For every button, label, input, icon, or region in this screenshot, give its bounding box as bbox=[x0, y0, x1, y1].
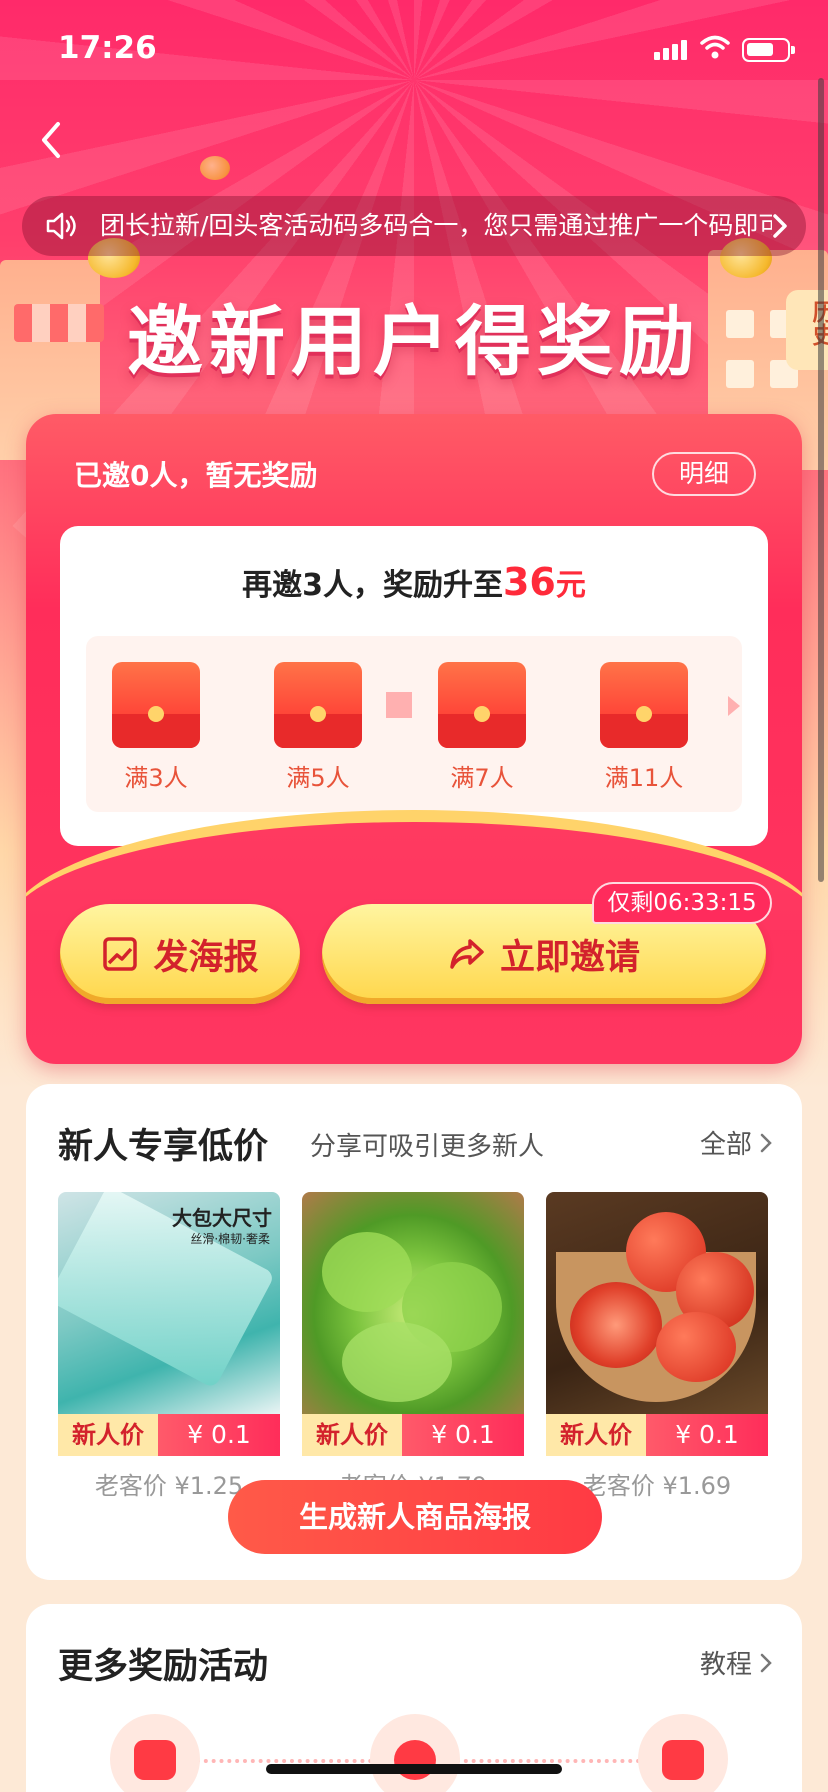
milestone-label: 满5人 bbox=[286, 764, 350, 792]
reward-card: 已邀0人，暂无奖励 明细 再邀3人，奖励升至36元 满3人 满5人 满7人 满1… bbox=[26, 414, 802, 1064]
milestone-item: 满3人 bbox=[96, 662, 216, 793]
tutorial-link[interactable]: 教程 bbox=[700, 1644, 772, 1681]
reward-unit: 元 bbox=[555, 568, 586, 603]
heading-prefix: 再邀3人，奖励升至 bbox=[242, 568, 503, 603]
cellular-signal-icon bbox=[654, 38, 690, 60]
product-image-tomato bbox=[546, 1192, 768, 1414]
section-title: 新人专享低价 bbox=[58, 1127, 269, 1167]
price-strip: 新人价 ¥ 0.1 bbox=[58, 1414, 280, 1456]
milestone-label: 满3人 bbox=[124, 764, 188, 792]
product-card[interactable]: 大包大尺寸 丝滑·棉韧·奢柔 新人价 ¥ 0.1 老客价 ¥1.25 bbox=[58, 1192, 280, 1501]
reward-amount: 36 bbox=[502, 560, 556, 604]
wifi-icon bbox=[700, 35, 730, 59]
invite-now-label: 立即邀请 bbox=[499, 937, 640, 978]
image-icon bbox=[103, 937, 138, 971]
product-image-tissue: 大包大尺寸 丝滑·棉韧·奢柔 bbox=[58, 1192, 280, 1414]
poster-button[interactable]: 发海报 bbox=[60, 904, 300, 1004]
reward-progress-panel: 再邀3人，奖励升至36元 满3人 满5人 满7人 满11人 bbox=[60, 526, 768, 846]
tutorial-label: 教程 bbox=[699, 1650, 752, 1680]
generate-newuser-poster-button[interactable]: 生成新人商品海报 bbox=[228, 1480, 602, 1554]
dotted-connector bbox=[456, 1759, 656, 1763]
milestone-item: 满11人 bbox=[584, 662, 704, 793]
newuser-price-tag: 新人价 bbox=[546, 1414, 646, 1456]
see-all-label: 全部 bbox=[699, 1130, 752, 1160]
red-envelope-icon bbox=[600, 662, 688, 748]
poster-button-label: 发海报 bbox=[153, 937, 259, 978]
detail-button[interactable]: 明细 bbox=[652, 452, 756, 496]
price-strip: 新人价 ¥ 0.1 bbox=[546, 1414, 768, 1456]
milestone-track: 满3人 满5人 满7人 满11人 bbox=[86, 636, 742, 812]
countdown-badge: 仅剩06:33:15 bbox=[592, 882, 772, 924]
speaker-icon bbox=[46, 212, 76, 240]
battery-icon bbox=[742, 38, 795, 62]
clock: 17:26 bbox=[58, 30, 157, 66]
section-title: 更多奖励活动 bbox=[58, 1647, 269, 1687]
coin-decoration bbox=[200, 156, 230, 180]
home-indicator[interactable] bbox=[266, 1764, 562, 1774]
notice-text: 团长拉新/回头客活动码多码合一，您只需通过推广一个码即可 bbox=[100, 211, 772, 240]
red-envelope-icon bbox=[438, 662, 526, 748]
chevron-right-icon bbox=[760, 1653, 772, 1672]
newuser-price: ¥ 0.1 bbox=[646, 1414, 768, 1456]
milestone-label: 满7人 bbox=[450, 764, 514, 792]
newuser-price-tag: 新人价 bbox=[302, 1414, 402, 1456]
chevron-right-icon bbox=[773, 214, 787, 238]
product-image-sublabel: 丝滑·棉韧·奢柔 bbox=[190, 1232, 270, 1246]
page-title: 邀新用户得奖励 bbox=[127, 297, 701, 386]
product-image-label: 大包大尺寸 bbox=[172, 1206, 272, 1230]
scrollbar[interactable] bbox=[818, 78, 824, 882]
shopping-bag-icon[interactable] bbox=[638, 1714, 728, 1792]
section-subtitle: 分享可吸引更多新人 bbox=[310, 1132, 545, 1162]
chevron-right-icon bbox=[760, 1133, 772, 1152]
newuser-price: ¥ 0.1 bbox=[402, 1414, 524, 1456]
newuser-price-tag: 新人价 bbox=[58, 1414, 158, 1456]
red-envelope-icon bbox=[112, 662, 200, 748]
dotted-connector bbox=[196, 1759, 396, 1763]
notice-bar[interactable]: 团长拉新/回头客活动码多码合一，您只需通过推广一个码即可 bbox=[22, 196, 806, 256]
product-image-lettuce bbox=[302, 1192, 524, 1414]
milestone-item: 满5人 bbox=[258, 662, 378, 793]
price-strip: 新人价 ¥ 0.1 bbox=[302, 1414, 524, 1456]
milestone-label: 满11人 bbox=[604, 764, 684, 792]
newuser-price: ¥ 0.1 bbox=[158, 1414, 280, 1456]
add-user-icon[interactable] bbox=[110, 1714, 200, 1792]
share-icon bbox=[450, 939, 484, 969]
see-all-link[interactable]: 全部 bbox=[700, 1124, 772, 1161]
product-card[interactable]: 新人价 ¥ 0.1 老客价 ¥1.79 bbox=[302, 1192, 524, 1501]
milestone-item: 满7人 bbox=[422, 662, 542, 793]
chat-icon[interactable] bbox=[370, 1714, 460, 1792]
reward-progress-heading: 再邀3人，奖励升至36元 bbox=[60, 560, 768, 604]
back-button[interactable] bbox=[30, 112, 70, 168]
newuser-deals-card: 新人专享低价 分享可吸引更多新人 全部 大包大尺寸 丝滑·棉韧·奢柔 新人价 ¥… bbox=[26, 1084, 802, 1580]
product-card[interactable]: 新人价 ¥ 0.1 老客价 ¥1.69 bbox=[546, 1192, 768, 1501]
invite-status: 已邀0人，暂无奖励 bbox=[74, 459, 318, 492]
track-arrow-icon bbox=[728, 696, 740, 716]
track-dot bbox=[386, 692, 412, 718]
status-bar: 17:26 bbox=[0, 0, 828, 96]
red-envelope-icon bbox=[274, 662, 362, 748]
